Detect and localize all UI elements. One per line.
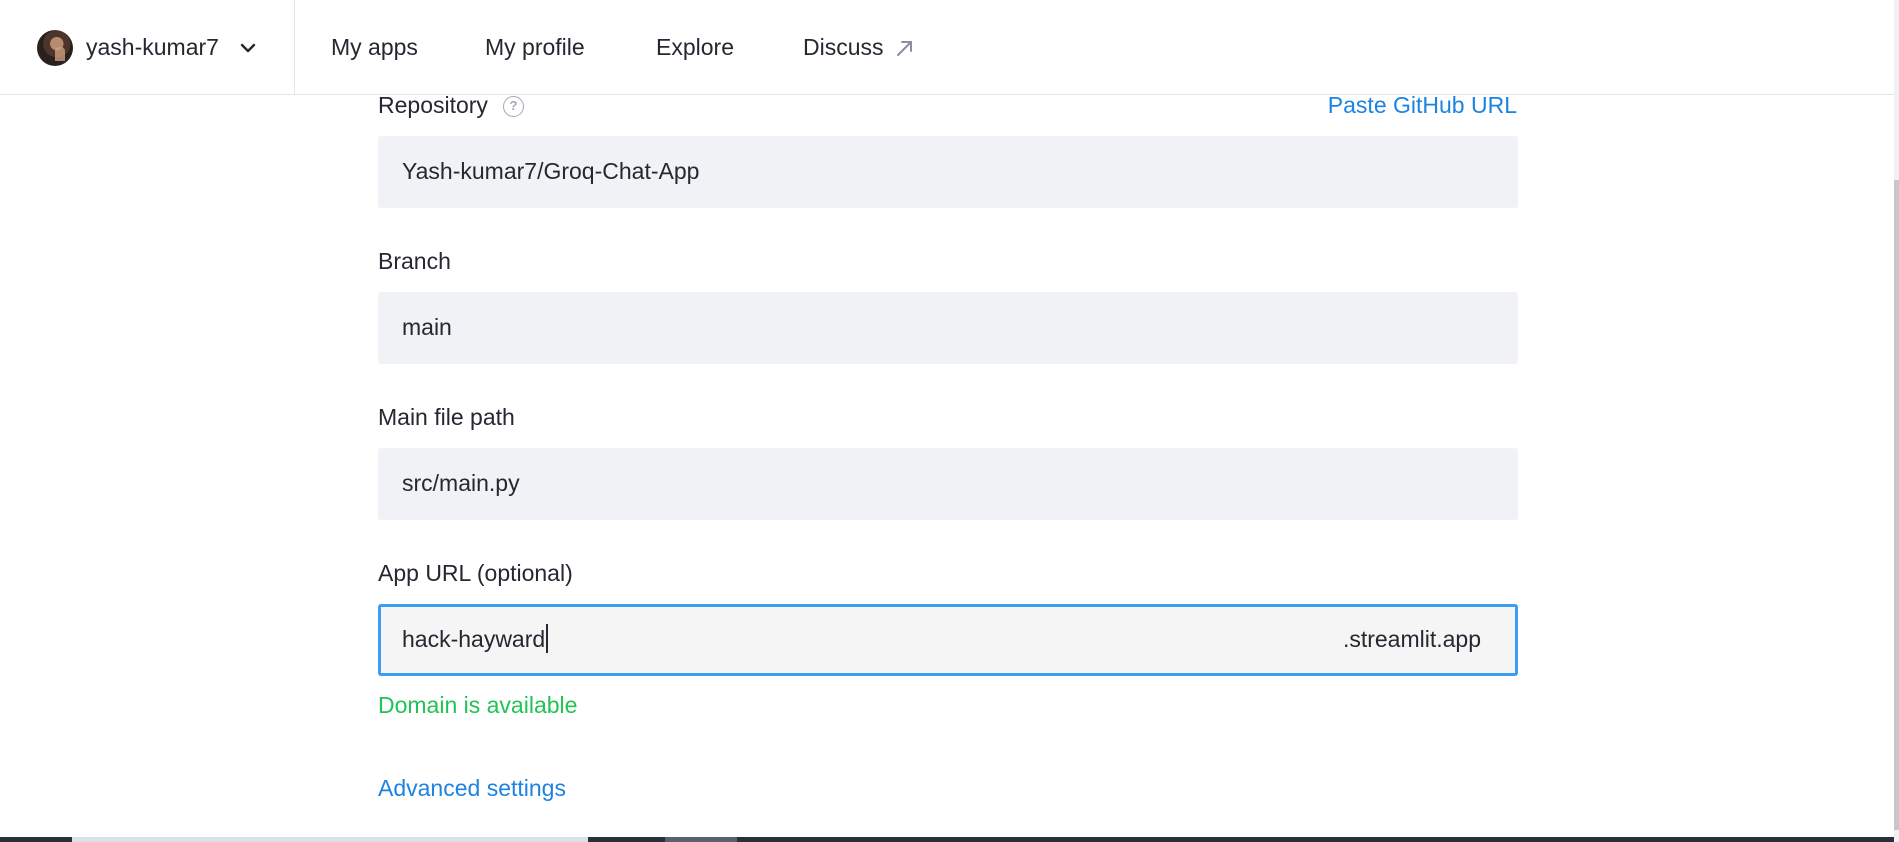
avatar xyxy=(37,30,73,66)
branch-input[interactable]: main xyxy=(378,292,1518,364)
username: yash-kumar7 xyxy=(86,34,219,60)
text-caret xyxy=(546,624,549,654)
nav-discuss[interactable]: Discuss xyxy=(803,32,884,62)
main-file-path-label: Main file path xyxy=(378,404,515,430)
repository-input[interactable]: Yash-kumar7/Groq-Chat-App xyxy=(378,136,1518,208)
nav-my-apps[interactable]: My apps xyxy=(331,32,418,62)
repository-value: Yash-kumar7/Groq-Chat-App xyxy=(402,158,700,184)
chevron-down-icon[interactable] xyxy=(238,38,258,58)
external-link-arrow-icon[interactable] xyxy=(894,37,916,59)
bottom-edge-segment xyxy=(665,837,737,842)
top-navigation-bar: yash-kumar7 My apps My profile Explore D… xyxy=(0,0,1894,95)
app-url-suffix: .streamlit.app xyxy=(1342,626,1481,652)
branch-label: Branch xyxy=(378,248,451,274)
user-menu[interactable]: yash-kumar7 xyxy=(0,0,295,95)
app-url-label: App URL (optional) xyxy=(378,560,573,586)
advanced-settings-link[interactable]: Advanced settings xyxy=(378,773,566,803)
app-url-input[interactable]: hack-hayward .streamlit.app xyxy=(378,604,1518,676)
main-file-path-input[interactable]: src/main.py xyxy=(378,448,1518,520)
main-file-path-value: src/main.py xyxy=(402,470,520,496)
help-icon[interactable]: ? xyxy=(503,96,524,117)
scrollbar-thumb[interactable] xyxy=(1894,180,1899,830)
branch-value: main xyxy=(402,314,452,340)
nav-explore[interactable]: Explore xyxy=(656,32,734,62)
app-url-value: hack-hayward xyxy=(402,624,549,655)
nav-my-profile[interactable]: My profile xyxy=(485,32,585,62)
bottom-edge xyxy=(0,837,1894,842)
bottom-edge-segment xyxy=(72,837,588,842)
domain-status-message: Domain is available xyxy=(378,692,578,718)
